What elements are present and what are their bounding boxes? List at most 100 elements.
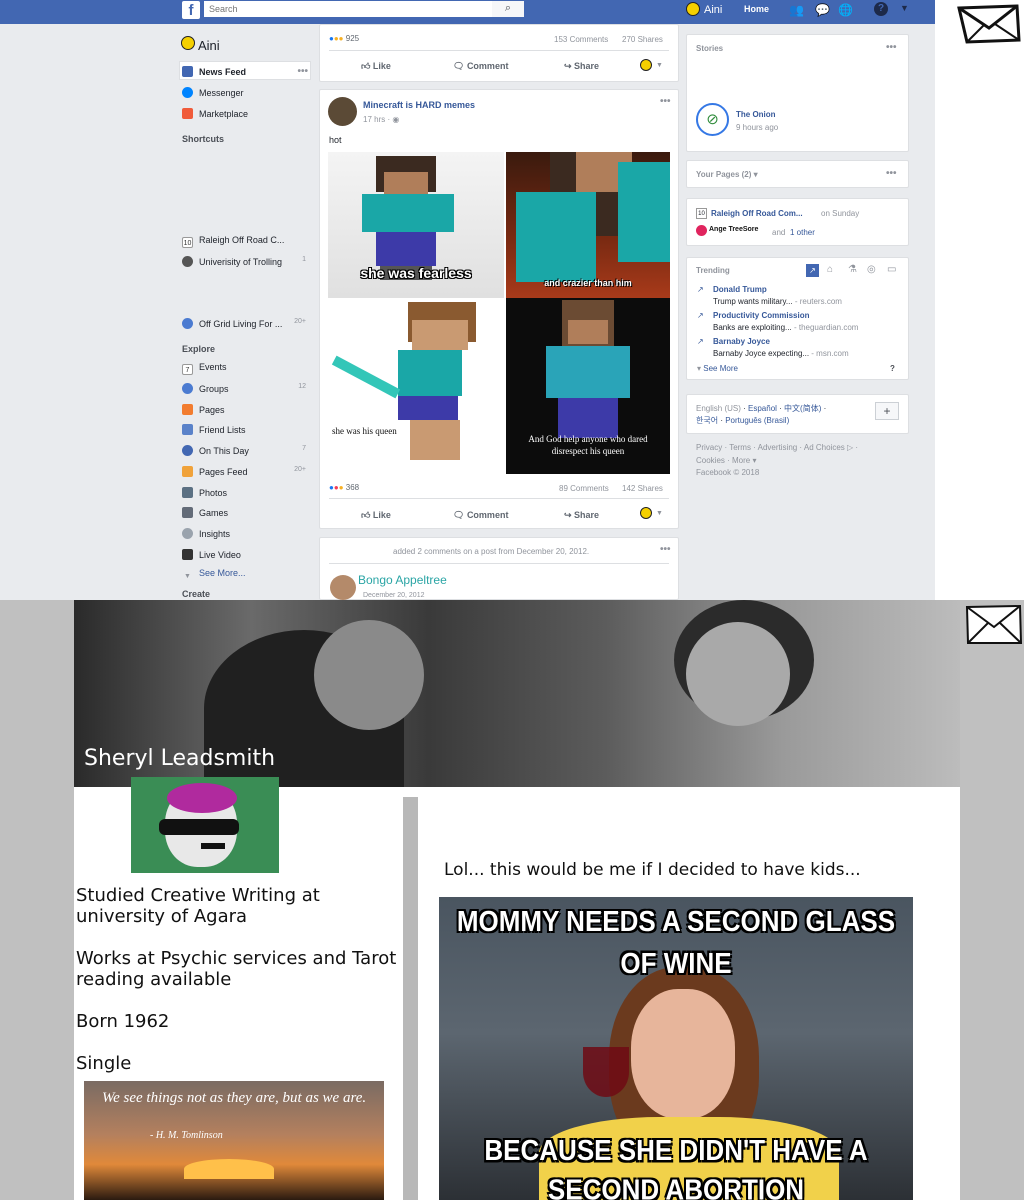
nav-news-feed[interactable]: News Feed ••• bbox=[182, 66, 308, 77]
messenger-icon[interactable]: 💬 bbox=[815, 3, 830, 17]
entertainment-icon[interactable]: ▭ bbox=[887, 264, 896, 275]
comment-button[interactable]: 🗨︎ Comment bbox=[453, 61, 508, 72]
reactions-summary[interactable]: ●●● 368 bbox=[329, 483, 359, 492]
help-icon[interactable]: ? bbox=[874, 2, 888, 16]
see-more-trending[interactable]: ▾ See More bbox=[697, 364, 738, 373]
explore-item-games[interactable]: Games bbox=[182, 507, 306, 518]
home-link[interactable]: Home bbox=[744, 4, 769, 14]
comments-count[interactable]: 89 Comments bbox=[559, 484, 609, 493]
topbar-user-name[interactable]: Aini bbox=[704, 4, 722, 16]
trending-chart-icon[interactable]: ↗ bbox=[806, 264, 819, 277]
language-link[interactable]: 中文(简体) bbox=[784, 404, 821, 413]
explore-item-friend-lists[interactable]: Friend Lists bbox=[182, 424, 306, 435]
language-current: English (US) bbox=[696, 404, 741, 413]
reaction-avatar-selector[interactable] bbox=[640, 59, 652, 71]
post-options-icon[interactable]: ••• bbox=[660, 544, 671, 555]
avatar[interactable] bbox=[686, 2, 700, 16]
meme-bottom-caption: BECAUSE SHE DIDN'T HAVE A SECOND ABORTIO… bbox=[484, 1133, 868, 1200]
groups-icon bbox=[182, 383, 193, 394]
language-link[interactable]: Español bbox=[748, 404, 777, 413]
shortcut-item[interactable]: Univerisity of Trolling 1 bbox=[182, 256, 306, 267]
trending-description[interactable]: Banks are exploiting... - theguardian.co… bbox=[713, 323, 858, 332]
add-language-button[interactable]: + bbox=[875, 402, 899, 420]
language-link[interactable]: Português (Brasil) bbox=[725, 416, 789, 425]
nav-messenger[interactable]: Messenger bbox=[182, 87, 308, 98]
notifications-globe-icon[interactable]: 🌐 bbox=[838, 3, 853, 17]
profile-picture[interactable] bbox=[131, 777, 279, 873]
comment-icon: 🗨︎ bbox=[453, 510, 467, 520]
trending-title[interactable]: Productivity Commission bbox=[713, 311, 809, 320]
more-options-icon[interactable]: ••• bbox=[886, 168, 897, 179]
explore-item-photos[interactable]: Photos bbox=[182, 487, 306, 498]
page-avatar[interactable] bbox=[328, 97, 357, 126]
science-icon[interactable]: ⚗ bbox=[848, 264, 857, 275]
right-margin-area bbox=[935, 0, 1024, 600]
comments-count[interactable]: 153 Comments bbox=[554, 35, 608, 44]
page-other-link[interactable]: 1 other bbox=[790, 228, 815, 237]
sports-icon[interactable]: ◎ bbox=[867, 264, 876, 275]
chevron-down-icon[interactable]: ▼ bbox=[656, 62, 663, 69]
post-author[interactable]: Minecraft is HARD memes bbox=[363, 100, 475, 110]
help-icon[interactable]: ? bbox=[890, 364, 895, 373]
like-button[interactable]: 👍︎ Like bbox=[361, 510, 391, 521]
explore-item-live-video[interactable]: Live Video bbox=[182, 549, 306, 560]
explore-item-insights[interactable]: Insights bbox=[182, 528, 306, 539]
chevron-down-icon[interactable]: ▼ bbox=[656, 510, 663, 517]
share-button[interactable]: ↪ Share bbox=[564, 510, 599, 521]
events-icon: 7 bbox=[182, 364, 193, 375]
shortcut-item[interactable]: 10 Raleigh Off Road C... bbox=[182, 235, 306, 248]
divider bbox=[329, 498, 669, 499]
left-nav-user-name[interactable]: Aini bbox=[198, 38, 220, 53]
the-onion-logo-icon[interactable]: ⊘ bbox=[696, 103, 729, 136]
author-avatar[interactable] bbox=[330, 575, 356, 600]
like-button[interactable]: 👍︎ Like bbox=[361, 61, 391, 72]
quote-text: We see things not as they are, but as we… bbox=[102, 1090, 367, 1106]
language-link[interactable]: 한국어 bbox=[696, 416, 718, 425]
explore-item-pages-feed[interactable]: Pages Feed 20+ bbox=[182, 466, 306, 477]
search-input[interactable] bbox=[204, 1, 494, 17]
post-author[interactable]: Bongo Appeltree bbox=[358, 573, 447, 587]
meme-caption: she was fearless bbox=[360, 265, 472, 281]
page-person[interactable]: Ange TreeSore bbox=[709, 226, 758, 233]
share-icon: ↪ bbox=[564, 510, 575, 520]
story-name[interactable]: The Onion bbox=[736, 110, 776, 119]
footer-links[interactable]: Cookies · More ▾ bbox=[696, 456, 756, 465]
groups-icon bbox=[182, 318, 193, 329]
trending-title[interactable]: Donald Trump bbox=[713, 285, 767, 294]
shares-count[interactable]: 270 Shares bbox=[622, 35, 663, 44]
trending-arrow-icon: ↗ bbox=[697, 311, 704, 320]
shortcuts-heading: Shortcuts bbox=[182, 134, 225, 144]
friend-requests-icon[interactable]: 👥 bbox=[789, 3, 804, 17]
reactions-summary[interactable]: ●●● 925 bbox=[329, 34, 359, 43]
post-time[interactable]: 17 hrs · ◉ bbox=[363, 115, 399, 124]
trending-description[interactable]: Barnaby Joyce expecting... - msn.com bbox=[713, 349, 849, 358]
comment-button[interactable]: 🗨︎ Comment bbox=[453, 510, 508, 521]
explore-item-on-this-day[interactable]: On This Day 7 bbox=[182, 445, 306, 456]
page-name[interactable]: Raleigh Off Road Com... bbox=[711, 209, 803, 218]
reaction-avatar-selector[interactable] bbox=[640, 507, 652, 519]
video-camera-icon bbox=[182, 549, 193, 560]
post-date[interactable]: December 20, 2012 bbox=[363, 592, 424, 599]
politics-icon[interactable]: ⌂ bbox=[827, 264, 833, 275]
shortcut-item[interactable]: Off Grid Living For ... 20+ bbox=[182, 318, 306, 329]
shares-count[interactable]: 142 Shares bbox=[622, 484, 663, 493]
share-button[interactable]: ↪ Share bbox=[564, 61, 599, 72]
your-pages-heading[interactable]: Your Pages (2) ▾ bbox=[696, 170, 758, 179]
photos-icon bbox=[182, 487, 193, 498]
story-time: 9 hours ago bbox=[736, 123, 779, 132]
footer-links[interactable]: Privacy · Terms · Advertising · Ad Choic… bbox=[696, 443, 858, 452]
user-avatar[interactable] bbox=[181, 36, 195, 50]
account-menu-caret-icon[interactable]: ▼ bbox=[900, 3, 909, 13]
trending-description[interactable]: Trump wants military... - reuters.com bbox=[713, 297, 842, 306]
explore-item-groups[interactable]: Groups 12 bbox=[182, 383, 306, 394]
facebook-logo-icon[interactable]: f bbox=[182, 1, 200, 19]
search-icon[interactable]: ⌕ bbox=[492, 1, 524, 17]
messenger-icon bbox=[182, 87, 193, 98]
more-options-icon[interactable]: ••• bbox=[886, 42, 897, 53]
explore-item-events[interactable]: 7 Events bbox=[182, 362, 306, 375]
nav-marketplace[interactable]: Marketplace bbox=[182, 108, 308, 119]
explore-item-pages[interactable]: Pages bbox=[182, 404, 306, 415]
post-options-icon[interactable]: ••• bbox=[660, 96, 671, 107]
see-more-link[interactable]: ▼ See More... bbox=[182, 568, 306, 582]
trending-title[interactable]: Barnaby Joyce bbox=[713, 337, 770, 346]
